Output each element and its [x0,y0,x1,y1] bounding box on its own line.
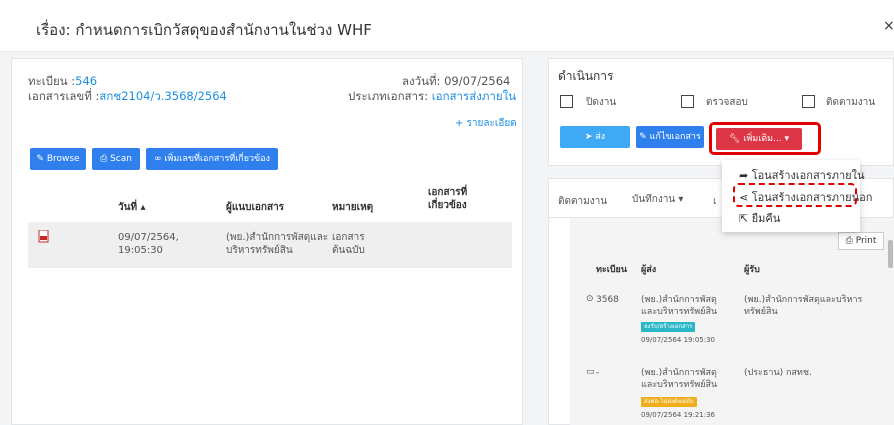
col-date-header[interactable]: วันที่ ▴ [118,200,146,215]
col-sender-header: ผู้ส่ง [641,265,657,275]
doctype-value: เอกสารส่งภายใน [431,89,517,103]
caret-down-icon: ▾ [784,134,790,144]
print-button[interactable]: ⎙ Print [838,232,884,250]
detail-link[interactable]: + รายละเอียด [455,116,517,131]
add-related-button[interactable]: ∞ เพิ่มเลขที่เอกสารที่เกี่ยวข้อง [146,148,278,170]
date-value: 09/07/2564 [444,74,511,88]
col-reg-header: ทะเบียน [596,265,627,275]
scrollbar[interactable] [888,240,893,268]
col-note-header: หมายเหตุ [332,202,374,213]
docno-value: สกช2104/ว.3568/2564 [99,89,227,103]
paperclip-icon: ✎ [36,154,44,164]
close-icon[interactable]: × [883,18,894,34]
printer-icon: ⎙ [845,236,853,246]
docno-label: เอกสารเลขที่ :สกช2104/ว.3568/2564 [28,89,227,103]
doctype-label: ประเภทเอกสาร: เอกสารส่งภายใน [348,89,517,103]
review-label: ตรวจสอบ [706,97,748,108]
status-badge: ลงรับ/สร้างเอกสาร [641,322,696,332]
row-note: เอกสาร ต้นฉบับ [332,232,365,256]
wrench-icon: 🔧︎ [728,134,741,144]
track-row-reg: - [596,368,600,378]
modal-title: เรื่อง: กำหนดการเบิกวัสดุของสำนักงานในช่… [36,21,372,39]
track-row-time: 09/07/2564 19:21:36 [641,411,716,419]
menu-item-internal-transfer[interactable]: ➦ โอนสร้างเอกสารภายใน [739,166,865,184]
scan-button[interactable]: ⎙ Scan [92,148,140,170]
edit-document-button[interactable]: ✎ แก้ไขเอกสาร [636,126,704,148]
follow-label: ติดตามงาน [826,97,876,108]
close-job-checkbox[interactable] [560,95,573,108]
send-icon: ➤ [584,132,593,142]
col-author-header: ผู้แนบเอกสาร [226,202,285,213]
follow-checkbox[interactable] [802,95,815,108]
send-button[interactable]: ➤ ส่ง [560,126,630,148]
external-link-icon: ⇱ [739,212,749,225]
tab-follow[interactable]: ติดตามงาน [558,195,607,208]
share-icon: ➦ [739,169,749,182]
row-date: 09/07/2564, 19:05:30 [118,232,179,256]
tab-worklog[interactable]: บันทึกงาน ▾ [632,193,683,206]
pdf-file-icon[interactable] [38,230,49,243]
registration-value: 546 [75,74,98,88]
track-row-receiver: (ประธาน) กสทช. [744,368,812,378]
col-related-header: เอกสารที่ เกี่ยวข้อง [428,187,468,211]
edit-icon: ✎ [639,132,647,142]
clock-icon: ⊙ [586,294,594,304]
link-icon: ∞ [153,154,162,164]
track-row-receiver: (พย.)สำนักการพัสดุและบริหาร ทรัพย์สิน [744,295,863,317]
folder-icon: ▭ [586,367,595,377]
printer-icon: ⎙ [100,154,108,164]
row-author: (พย.)สำนักการพัสดุและ บริหารทรัพย์สิน [226,232,329,256]
track-row-sender: (พย.)สำนักการพัสดุ และบริหารทรัพย์สิน [641,368,718,390]
browse-button[interactable]: ✎ Browse [30,148,86,170]
review-checkbox[interactable] [681,95,694,108]
share-alt-icon: ⋖ [739,191,749,204]
menu-item-external-transfer[interactable]: ⋖ โอนสร้างเอกสารภายนอก [739,188,872,206]
track-row-reg: 3568 [596,295,619,305]
status-badge: ส่งต่อ-ไม่ส่งต้นฉบับ [641,397,697,407]
tab-more[interactable]: เ [713,195,716,208]
col-receiver-header: ผู้รับ [744,265,760,275]
track-row-sender: (พย.)สำนักการพัสดุ และบริหารทรัพย์สิน [641,295,718,317]
menu-item-borrow-return[interactable]: ⇱ ยืมคืน [739,209,780,227]
track-row-time: 09/07/2564 19:05:30 [641,336,716,344]
more-button[interactable]: 🔧︎ เพิ่มเติม... ▾ [716,128,802,150]
sort-asc-icon: ▴ [140,202,146,213]
action-title: ดำเนินการ [558,69,614,83]
close-job-label: ปิดงาน [586,97,617,108]
